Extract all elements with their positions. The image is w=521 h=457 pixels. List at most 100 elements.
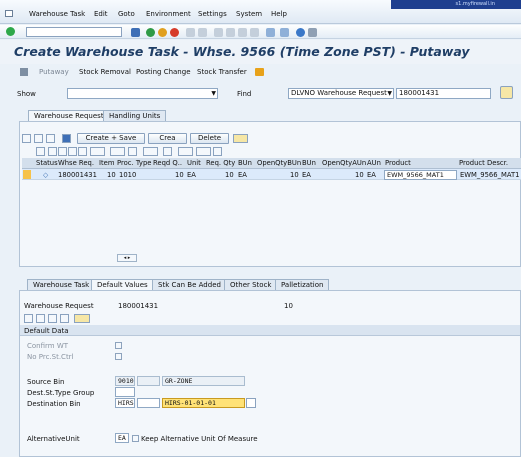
col-product[interactable]: Product	[385, 159, 411, 167]
col-aun[interactable]: AUn	[367, 159, 381, 167]
tab-default-values[interactable]: Default Values	[91, 279, 154, 290]
details-icon[interactable]	[48, 314, 57, 323]
delete-button[interactable]: Delete	[190, 133, 229, 144]
col-reqd-q[interactable]: Reqd Q..	[153, 159, 182, 167]
menu-icon[interactable]	[5, 10, 13, 17]
tab-warehouse-request[interactable]: Warehouse Request	[28, 110, 110, 121]
page-icon[interactable]	[250, 28, 259, 37]
layout-icon[interactable]	[196, 147, 211, 156]
col-bun-2[interactable]: BUn	[302, 159, 316, 167]
col-whse-req[interactable]: Whse Req.	[58, 159, 94, 167]
find-next-icon[interactable]	[78, 147, 87, 156]
stock-transfer-button[interactable]: Stock Transfer	[197, 68, 247, 76]
value-help-icon[interactable]	[246, 398, 256, 408]
tab-handling-units[interactable]: Handling Units	[103, 110, 167, 121]
settings-icon[interactable]	[74, 314, 90, 323]
check-icon[interactable]	[6, 27, 15, 36]
back-icon[interactable]	[146, 28, 155, 37]
spreadsheet-icon[interactable]	[178, 147, 193, 156]
arrow-down-icon[interactable]	[36, 314, 45, 323]
show-select[interactable]: ▼	[67, 88, 218, 99]
col-open-qty-aun[interactable]: OpenQtyAUn	[322, 159, 366, 167]
sort-ascending-icon[interactable]	[48, 147, 57, 156]
page-icon[interactable]	[214, 28, 223, 37]
menu-edit[interactable]: Edit	[94, 10, 108, 18]
tab-stk-can-be-added[interactable]: Stk Can Be Added	[152, 279, 227, 290]
default-values-panel	[19, 290, 521, 457]
default-data-header	[20, 325, 520, 336]
menu-help[interactable]: Help	[271, 10, 287, 18]
print-icon[interactable]	[143, 147, 158, 156]
page-icon[interactable]	[238, 28, 247, 37]
details-icon[interactable]	[36, 147, 45, 156]
save-icon[interactable]	[131, 28, 140, 37]
sum-icon[interactable]	[110, 147, 125, 156]
find-type-select[interactable]: DLVNO Warehouse Request ▼	[288, 88, 394, 99]
keep-alt-unit-checkbox[interactable]	[132, 435, 139, 442]
destination-bin-type-input[interactable]: HIRS	[115, 398, 135, 408]
putaway-icon	[20, 68, 28, 76]
horizontal-scrollbar[interactable]: ◂ ▸	[117, 254, 137, 262]
command-field[interactable]	[26, 27, 122, 37]
select-all-icon[interactable]	[46, 134, 55, 143]
dest-st-type-group-input[interactable]	[115, 387, 135, 397]
col-proc-type[interactable]: Proc. Type	[117, 159, 151, 167]
print-icon[interactable]	[186, 28, 195, 37]
col-open-qty-bun[interactable]: OpenQtyBUn	[257, 159, 301, 167]
transfer-icon[interactable]	[255, 68, 264, 76]
sort-descending-icon[interactable]	[58, 147, 67, 156]
col-bun[interactable]: BUn	[238, 159, 252, 167]
col-product-descr[interactable]: Product Descr.	[459, 159, 508, 167]
dest-st-type-group-label: Dest.St.Type Group	[27, 389, 95, 397]
tab-palletization[interactable]: Palletization	[275, 279, 330, 290]
help-icon[interactable]	[296, 28, 305, 37]
row-selector[interactable]	[23, 170, 31, 179]
destination-bin-label: Destination Bin	[27, 400, 81, 408]
page-icon[interactable]	[226, 28, 235, 37]
tab-other-stock[interactable]: Other Stock	[224, 279, 278, 290]
tab-warehouse-task[interactable]: Warehouse Task	[27, 279, 96, 290]
execute-search-icon[interactable]	[500, 86, 513, 99]
cell-product[interactable]: EWM_9566_MAT1	[384, 170, 457, 180]
keep-alt-unit-label: Keep Alternative Unit Of Measure	[141, 435, 258, 443]
find-icon[interactable]	[198, 28, 207, 37]
destination-bin-spacer-input[interactable]	[137, 398, 160, 408]
stock-removal-button[interactable]: Stock Removal	[79, 68, 131, 76]
cancel-icon[interactable]	[170, 28, 179, 37]
no-prc-st-ctrl-checkbox[interactable]	[115, 353, 122, 360]
arrow-up-icon[interactable]	[24, 314, 33, 323]
create-button[interactable]: Crea	[148, 133, 187, 144]
col-unit[interactable]: Unit	[187, 159, 201, 167]
info-icon[interactable]	[213, 147, 222, 156]
filter-icon[interactable]	[90, 147, 105, 156]
col-item[interactable]: Item	[99, 159, 114, 167]
subtotal-icon[interactable]	[128, 147, 137, 156]
new-session-icon[interactable]	[266, 28, 275, 37]
find-value-input[interactable]: 180001431	[396, 88, 491, 99]
menu-warehouse-task[interactable]: Warehouse Task	[29, 10, 85, 18]
menu-environment[interactable]: Environment	[146, 10, 191, 18]
chevron-down-icon: ▼	[211, 90, 216, 97]
col-req-qty[interactable]: Req. Qty	[206, 159, 235, 167]
layout-menu-icon[interactable]	[233, 134, 248, 143]
destination-bin-input[interactable]: HIRS-01-01-01	[162, 398, 245, 408]
menu-goto[interactable]: Goto	[118, 10, 135, 18]
exit-icon[interactable]	[158, 28, 167, 37]
save-icon[interactable]	[62, 134, 71, 143]
posting-change-button[interactable]: Posting Change	[136, 68, 191, 76]
shortcut-icon[interactable]	[280, 28, 289, 37]
col-status[interactable]: Status	[36, 159, 58, 167]
layout-icon[interactable]	[308, 28, 317, 37]
export-icon[interactable]	[163, 147, 172, 156]
confirm-wt-checkbox[interactable]	[115, 342, 122, 349]
putaway-button[interactable]: Putaway	[39, 68, 69, 76]
arrow-up-icon[interactable]	[22, 134, 31, 143]
find-icon[interactable]	[68, 147, 77, 156]
menu-system[interactable]: System	[236, 10, 262, 18]
menu-settings[interactable]: Settings	[198, 10, 227, 18]
alternative-unit-input[interactable]: EA	[115, 433, 129, 443]
page-title: Create Warehouse Task - Whse. 9566 (Time…	[14, 44, 470, 59]
create-save-button[interactable]: Create + Save	[77, 133, 145, 144]
layout-menu-icon[interactable]	[60, 314, 69, 323]
arrow-down-icon[interactable]	[34, 134, 43, 143]
